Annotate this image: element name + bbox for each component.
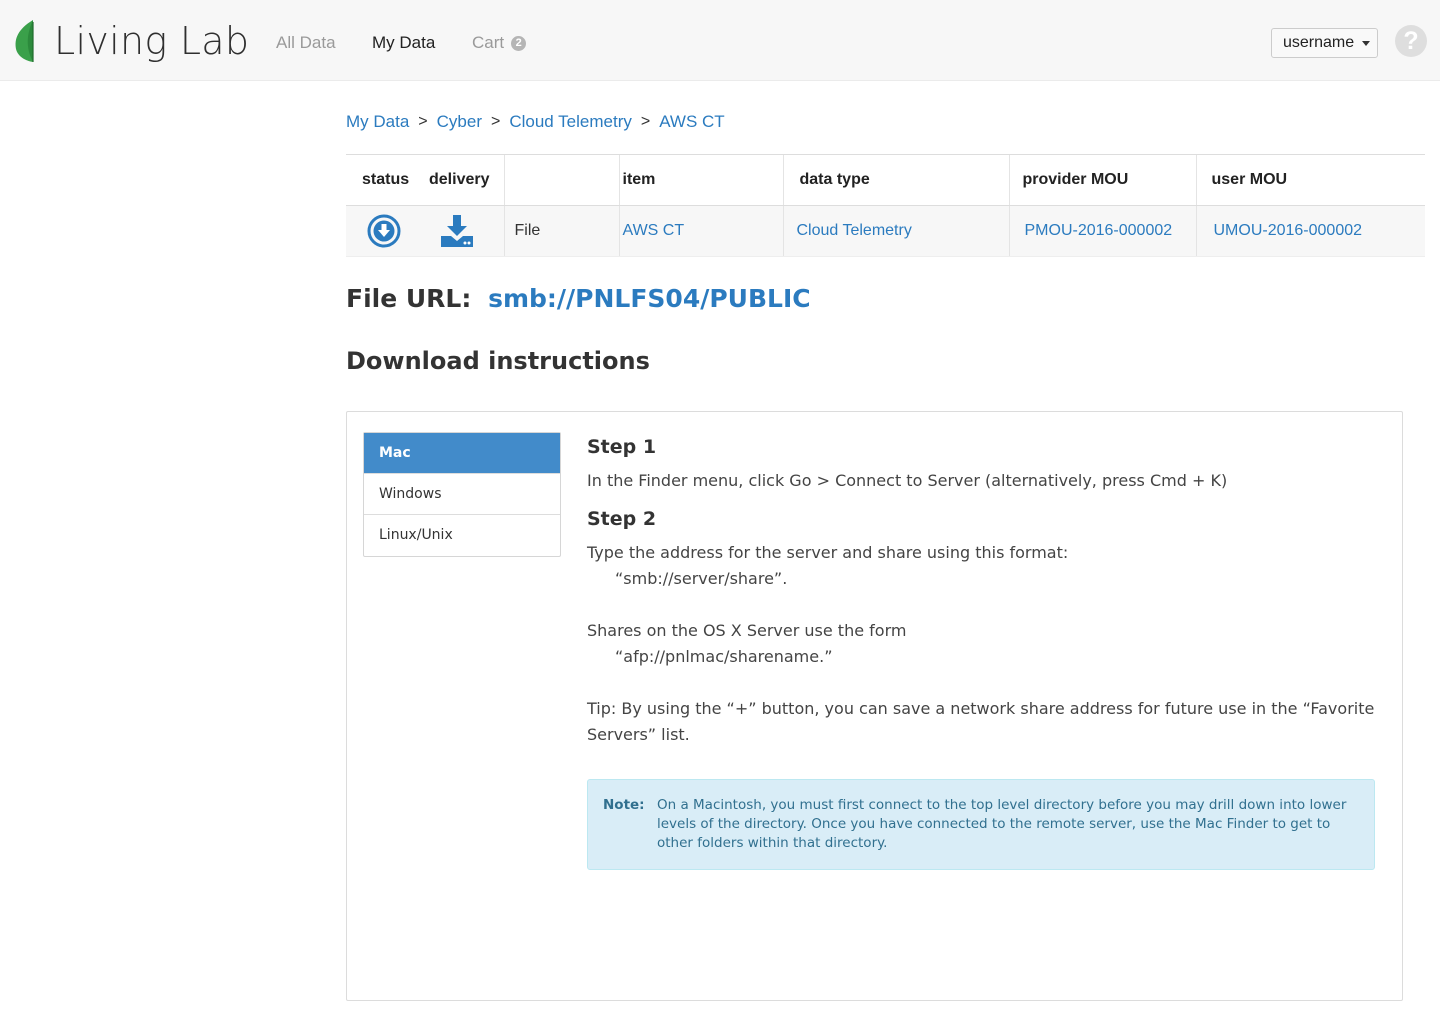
top-navbar: Living Lab All Data My Data Cart 2 usern… — [0, 0, 1440, 81]
file-url: File URL: smb://PNLFS04/PUBLIC — [346, 284, 811, 313]
user-mou-link[interactable]: UMOU-2016-000002 — [1214, 222, 1363, 239]
data-type-link[interactable]: Cloud Telemetry — [797, 222, 912, 239]
download-instructions-heading: Download instructions — [346, 347, 650, 375]
step2-osx-text: Shares on the OS X Server use the form — [587, 621, 907, 640]
kind-cell: File — [503, 205, 619, 257]
brand-name: Living Lab — [54, 19, 250, 63]
brand-logo[interactable]: Living Lab — [14, 18, 249, 64]
nav-all-data[interactable]: All Data — [276, 33, 336, 53]
status-cell — [346, 205, 424, 257]
header-provider-mou: provider MOU — [1008, 154, 1196, 206]
item-cell: AWS CT — [618, 205, 783, 257]
step1-text: In the Finder menu, click Go > Connect t… — [587, 471, 1228, 490]
breadcrumb-my-data[interactable]: My Data — [346, 112, 409, 132]
nav-cart[interactable]: Cart 2 — [472, 33, 527, 53]
user-menu-dropdown[interactable]: username — [1271, 28, 1378, 58]
breadcrumb-cyber[interactable]: Cyber — [437, 112, 482, 132]
breadcrumb-separator: > — [418, 113, 428, 130]
header-user-mou: user MOU — [1195, 154, 1425, 206]
nav-cart-label: Cart — [472, 33, 505, 52]
help-icon[interactable]: ? — [1395, 25, 1427, 57]
table-row: File AWS CT Cloud Telemetry PMOU-2016-00… — [346, 205, 1425, 257]
step1-title: Step 1 — [587, 436, 657, 458]
header-delivery: delivery — [424, 154, 504, 206]
header-data-type: data type — [782, 154, 1009, 206]
note-text: On a Macintosh, you must first connect t… — [657, 797, 1347, 851]
delivery-cell — [424, 205, 504, 257]
nav-my-data[interactable]: My Data — [372, 33, 435, 53]
step2-format-example: “smb://server/share”. — [615, 569, 788, 588]
header-item: item — [618, 154, 783, 206]
tab-mac[interactable]: Mac — [364, 433, 560, 474]
caret-down-icon — [1362, 40, 1371, 46]
provider-mou-cell: PMOU-2016-000002 — [1008, 205, 1196, 257]
file-url-link[interactable]: smb://PNLFS04/PUBLIC — [488, 284, 811, 313]
os-tab-list: Mac Windows Linux/Unix — [363, 432, 561, 557]
instructions-panel: Mac Windows Linux/Unix Step 1 In the Fin… — [346, 411, 1403, 1001]
tab-windows[interactable]: Windows — [364, 474, 560, 515]
user-mou-cell: UMOU-2016-000002 — [1195, 205, 1425, 257]
note-alert: Note: On a Macintosh, you must first con… — [587, 779, 1375, 870]
table-header-row: status delivery item data type provider … — [346, 154, 1425, 206]
breadcrumb-aws-ct[interactable]: AWS CT — [659, 112, 724, 132]
breadcrumb: My Data > Cyber > Cloud Telemetry > AWS … — [346, 112, 725, 132]
instructions-content: Step 1 In the Finder menu, click Go > Co… — [587, 432, 1387, 870]
leaf-icon — [15, 20, 34, 62]
file-url-label: File URL: — [346, 284, 472, 313]
data-type-cell: Cloud Telemetry — [782, 205, 1009, 257]
note-label: Note: — [603, 797, 645, 813]
step2-format-text: Type the address for the server and shar… — [587, 543, 1069, 562]
step2-title: Step 2 — [587, 508, 657, 530]
tab-linux-unix[interactable]: Linux/Unix — [364, 515, 560, 556]
step2-osx-example: “afp://pnlmac/sharename.” — [615, 647, 833, 666]
item-link[interactable]: AWS CT — [623, 222, 685, 239]
download-drive-icon[interactable] — [440, 214, 474, 248]
provider-mou-link[interactable]: PMOU-2016-000002 — [1025, 222, 1173, 239]
cart-count-badge: 2 — [511, 35, 527, 51]
header-status: status — [346, 154, 424, 206]
user-menu-label: username — [1283, 34, 1355, 51]
breadcrumb-separator: > — [491, 113, 501, 130]
download-circle-icon[interactable] — [367, 214, 401, 248]
breadcrumb-separator: > — [640, 113, 651, 130]
header-kind — [503, 154, 619, 206]
breadcrumb-cloud-telemetry[interactable]: Cloud Telemetry — [509, 112, 632, 132]
tip-text: Tip: By using the “+” button, you can sa… — [587, 699, 1375, 744]
data-table: status delivery item data type provider … — [346, 154, 1425, 257]
